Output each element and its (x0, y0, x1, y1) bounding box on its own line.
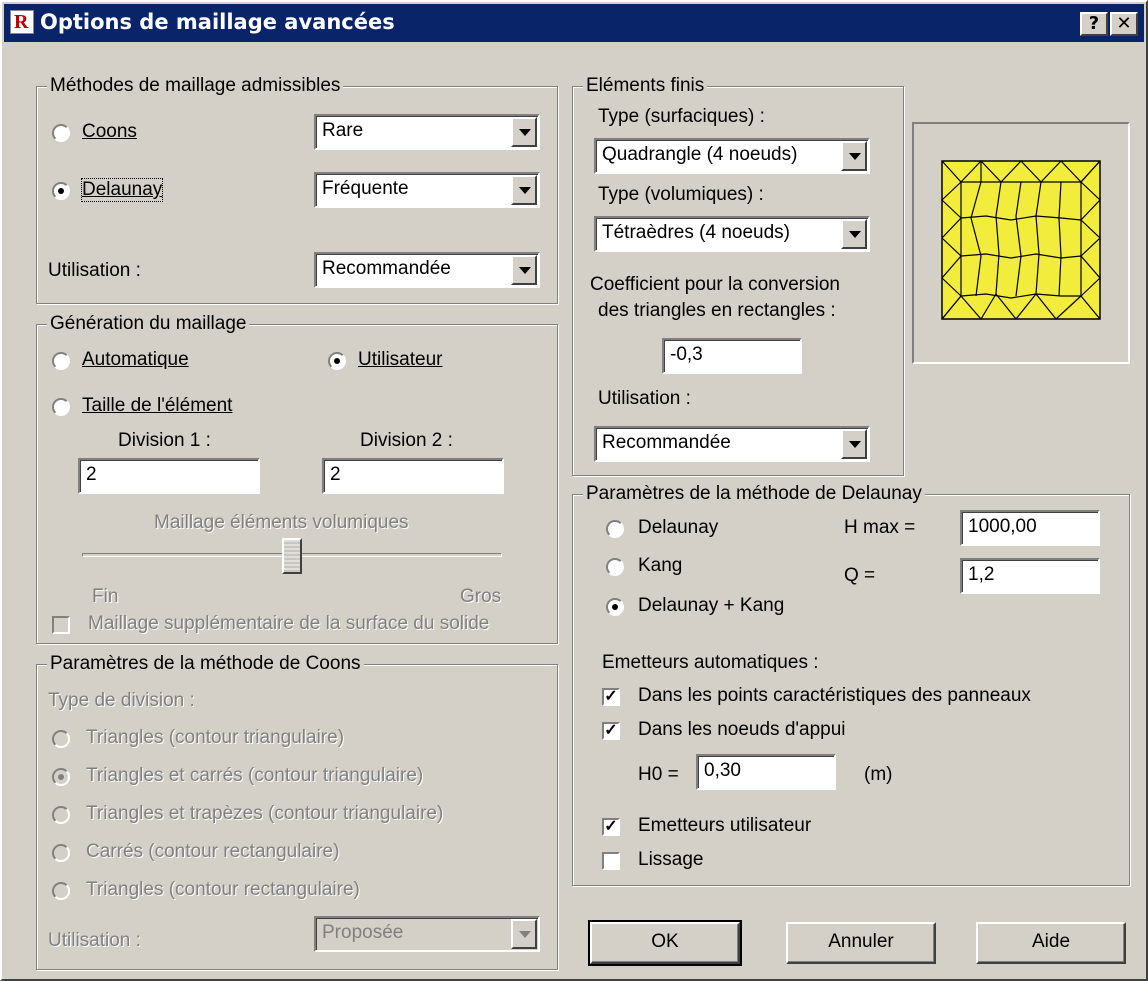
auto-emitters-label: Emetteurs automatiques : (602, 652, 819, 673)
coons-frequency-select[interactable]: Rare (314, 114, 540, 150)
coefficient-label-line2: des triangles en rectangles : (598, 300, 836, 321)
chevron-down-icon[interactable] (511, 919, 537, 949)
usage-select[interactable]: Recommandée (314, 252, 540, 288)
chevron-down-icon[interactable] (841, 429, 867, 459)
radio-delaunay-method-label[interactable]: Delaunay (638, 517, 718, 539)
coons-usage-select[interactable]: Proposée (314, 916, 540, 952)
mesh-preview-image (941, 160, 1101, 320)
group-legend: Méthodes de maillage admissibles (47, 75, 344, 97)
volume-type-select[interactable]: Tétraèdres (4 noeuds) (594, 216, 870, 252)
coons-option-3-label: Triangles et trapèzes (contour triangula… (86, 803, 444, 824)
checkbox-user-emitters-label[interactable]: Emetteurs utilisateur (638, 815, 811, 837)
radio-coons-option-5[interactable] (52, 882, 70, 900)
extra-surface-label: Maillage supplémentaire de la surface du… (88, 613, 490, 634)
checkbox-support-nodes-label[interactable]: Dans les noeuds d'appui (638, 719, 846, 741)
radio-user-label[interactable]: Utilisateur (358, 349, 442, 371)
coons-option-2-label: Triangles et carrés (contour triangulair… (86, 765, 424, 786)
radio-delaunay-label[interactable]: Delaunay (80, 178, 164, 202)
radio-delaunay-kang-method[interactable] (606, 598, 624, 616)
q-label: Q = (844, 565, 876, 586)
delaunay-frequency-select[interactable]: Fréquente (314, 172, 540, 208)
radio-delaunay[interactable] (52, 182, 70, 200)
coons-option-4-label: Carrés (contour rectangulaire) (86, 841, 340, 862)
chevron-down-icon[interactable] (511, 117, 537, 147)
radio-delaunay-method[interactable] (606, 520, 624, 538)
coons-option-5-label: Triangles (contour rectangulaire) (86, 879, 360, 900)
checkbox-panel-points[interactable]: ✓ (602, 688, 620, 706)
division-2-label: Division 2 : (360, 430, 453, 451)
coefficient-input[interactable]: -0,3 (662, 338, 802, 374)
chevron-down-icon[interactable] (841, 219, 867, 249)
radio-element-size[interactable] (52, 398, 70, 416)
radio-automatic-label[interactable]: Automatique (82, 349, 189, 371)
help-title-button[interactable]: ? (1080, 12, 1108, 36)
radio-coons-option-2[interactable] (52, 768, 70, 786)
q-input[interactable]: 1,2 (960, 558, 1100, 594)
group-legend: Paramètres de la méthode de Coons (47, 653, 364, 675)
division-1-label: Division 1 : (118, 430, 211, 451)
mesh-preview-panel (912, 122, 1130, 364)
chevron-down-icon[interactable] (511, 175, 537, 205)
chevron-down-icon[interactable] (511, 255, 537, 285)
hmax-input[interactable]: 1000,00 (960, 510, 1100, 546)
radio-coons-option-4[interactable] (52, 844, 70, 862)
checkbox-user-emitters[interactable]: ✓ (602, 818, 620, 836)
ok-button[interactable]: OK (588, 920, 742, 966)
radio-kang-method[interactable] (606, 558, 624, 576)
group-legend: Génération du maillage (47, 313, 250, 335)
app-icon: R (10, 10, 34, 34)
radio-kang-method-label[interactable]: Kang (638, 555, 682, 577)
checkbox-panel-points-label[interactable]: Dans les points caractéristiques des pan… (638, 685, 1031, 707)
title-bar[interactable]: R Options de maillage avancées ? ✕ (4, 4, 1144, 42)
slider-thumb[interactable] (282, 538, 302, 574)
checkbox-smoothing[interactable] (602, 852, 620, 870)
radio-coons-option-1[interactable] (52, 730, 70, 748)
checkbox-support-nodes[interactable]: ✓ (602, 722, 620, 740)
help-button[interactable]: Aide (976, 922, 1126, 964)
hmax-label: H max = (844, 517, 916, 538)
h0-label: H0 = (638, 764, 679, 785)
radio-coons-option-3[interactable] (52, 806, 70, 824)
checkbox-smoothing-label[interactable]: Lissage (638, 849, 704, 871)
close-button[interactable]: ✕ (1110, 12, 1138, 36)
division-2-input[interactable]: 2 (322, 458, 504, 494)
window-title: Options de maillage avancées (40, 10, 395, 34)
slider-max-label: Gros (460, 586, 502, 607)
usage-label: Utilisation : (48, 260, 141, 281)
dialog-window: R Options de maillage avancées ? ✕ Métho… (0, 0, 1148, 981)
fe-usage-select[interactable]: Recommandée (594, 426, 870, 462)
radio-coons[interactable] (52, 124, 70, 142)
division-1-input[interactable]: 2 (78, 458, 260, 494)
coons-usage-label: Utilisation : (48, 930, 141, 951)
radio-coons-label[interactable]: Coons (82, 121, 137, 143)
radio-element-size-label[interactable]: Taille de l'élément (82, 395, 232, 417)
fe-usage-label: Utilisation : (598, 388, 691, 409)
slider-min-label: Fin (92, 586, 119, 607)
radio-user[interactable] (328, 352, 346, 370)
group-legend: Eléments finis (583, 75, 708, 97)
cancel-button[interactable]: Annuler (786, 922, 936, 964)
coons-option-1-label: Triangles (contour triangulaire) (86, 727, 345, 748)
group-legend: Paramètres de la méthode de Delaunay (583, 483, 925, 505)
coefficient-label-line1: Coefficient pour la conversion (590, 274, 840, 295)
volume-type-label: Type (volumiques) : (598, 184, 764, 205)
h0-unit: (m) (864, 764, 893, 785)
extra-surface-checkbox[interactable] (52, 616, 70, 634)
surface-type-select[interactable]: Quadrangle (4 noeuds) (594, 138, 870, 174)
radio-automatic[interactable] (52, 352, 70, 370)
h0-input[interactable]: 0,30 (696, 754, 836, 790)
slider-title: Maillage éléments volumiques (154, 512, 409, 533)
radio-delaunay-kang-label[interactable]: Delaunay + Kang (638, 595, 784, 617)
surface-type-label: Type (surfaciques) : (598, 106, 765, 127)
division-type-label: Type de division : (48, 690, 195, 711)
chevron-down-icon[interactable] (841, 141, 867, 171)
